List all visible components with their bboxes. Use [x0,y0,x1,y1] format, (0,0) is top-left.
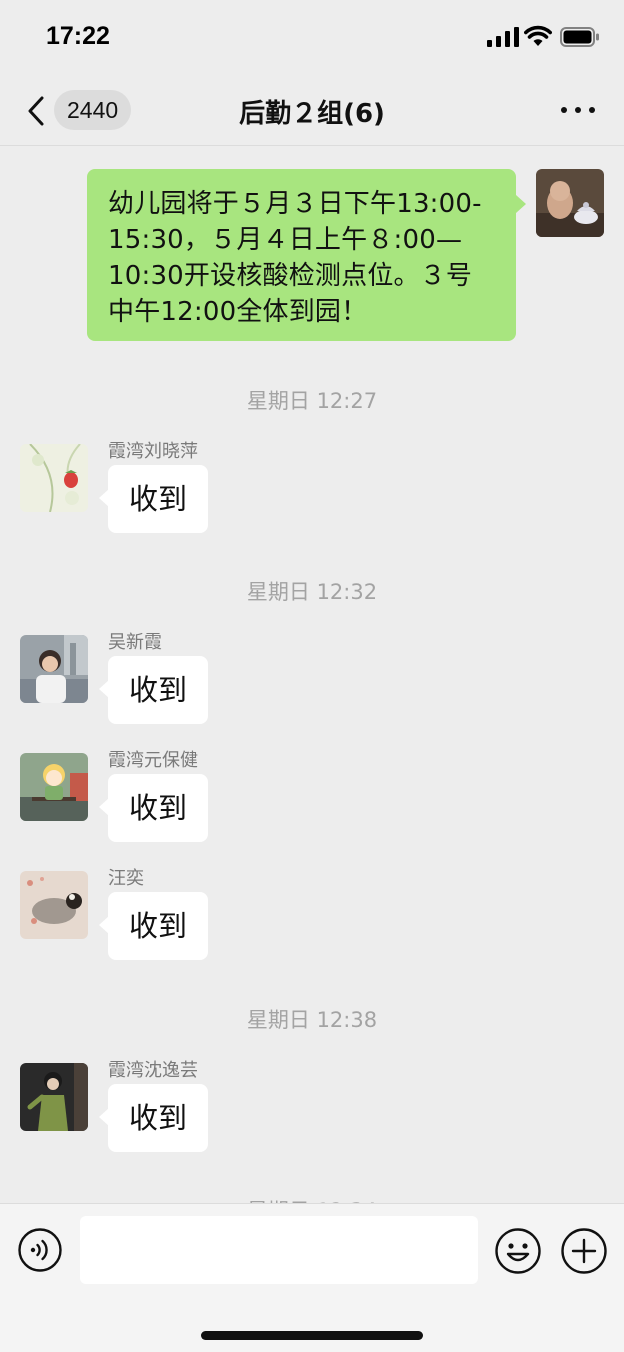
timestamp: 星期日 12:34 [0,1195,624,1203]
emoji-icon[interactable] [495,1228,541,1274]
incoming-message-row: 霞湾沈逸芸 收到 [0,1056,624,1156]
incoming-message-row: 汪奕 收到 [0,864,624,964]
message-input[interactable] [80,1216,478,1284]
sender-name: 汪奕 [108,868,144,889]
avatar[interactable] [20,444,88,512]
sender-name: 霞湾沈逸芸 [108,1060,198,1081]
incoming-message-bubble[interactable]: 收到 [98,1084,209,1152]
wifi-icon [524,25,552,46]
timestamp: 星期日 12:32 [246,580,378,604]
incoming-message-bubble[interactable]: 收到 [98,465,209,533]
sender-name: 霞湾元保健 [108,750,198,771]
voice-input-icon[interactable] [18,1228,62,1272]
status-bar: 17:22 [0,0,624,80]
incoming-message-row: 吴新霞 收到 [0,628,624,728]
timestamp: 星期日 12:38 [246,1008,378,1032]
outgoing-message-bubble[interactable]: 幼儿园将于５月３日下午13:00- 15:30，５月４日上午８:00— 10:3… [87,169,526,341]
avatar[interactable] [20,871,88,939]
incoming-message-bubble[interactable]: 收到 [98,892,209,960]
sender-name: 吴新霞 [108,632,162,653]
message-line: 10:30开设核酸检测点位。３号 [108,261,473,291]
home-indicator [201,1331,423,1340]
incoming-message-bubble[interactable]: 收到 [98,774,209,842]
chat-header: 2440 后勤２组(6) [0,80,624,146]
cellular-signal-icon [487,27,519,47]
status-time: 17:22 [46,22,110,50]
incoming-message-row: 霞湾刘晓萍 收到 [0,437,624,537]
message-line: 15:30，５月４日上午８:00— [108,225,463,255]
sender-name: 霞湾刘晓萍 [108,441,198,462]
incoming-message-bubble[interactable]: 收到 [98,656,209,724]
my-avatar[interactable] [536,169,604,237]
chat-title: 后勤２组(6) [239,99,385,129]
avatar[interactable] [20,753,88,821]
avatar[interactable] [20,635,88,703]
incoming-message-row: 霞湾元保健 收到 [0,746,624,846]
more-options-icon[interactable] [556,100,600,120]
battery-icon [560,27,599,47]
message-list[interactable]: 幼儿园将于５月３日下午13:00- 15:30，５月４日上午８:00— 10:3… [0,147,624,1203]
plus-icon[interactable] [561,1228,607,1274]
message-line: 中午12:00全体到园！ [108,297,368,327]
timestamp: 星期日 12:27 [246,389,378,413]
input-bar [0,1203,624,1352]
outgoing-message-row: 幼儿园将于５月３日下午13:00- 15:30，５月４日上午８:00— 10:3… [0,147,624,347]
avatar[interactable] [20,1063,88,1131]
message-line: 幼儿园将于５月３日下午13:00- [108,189,482,219]
